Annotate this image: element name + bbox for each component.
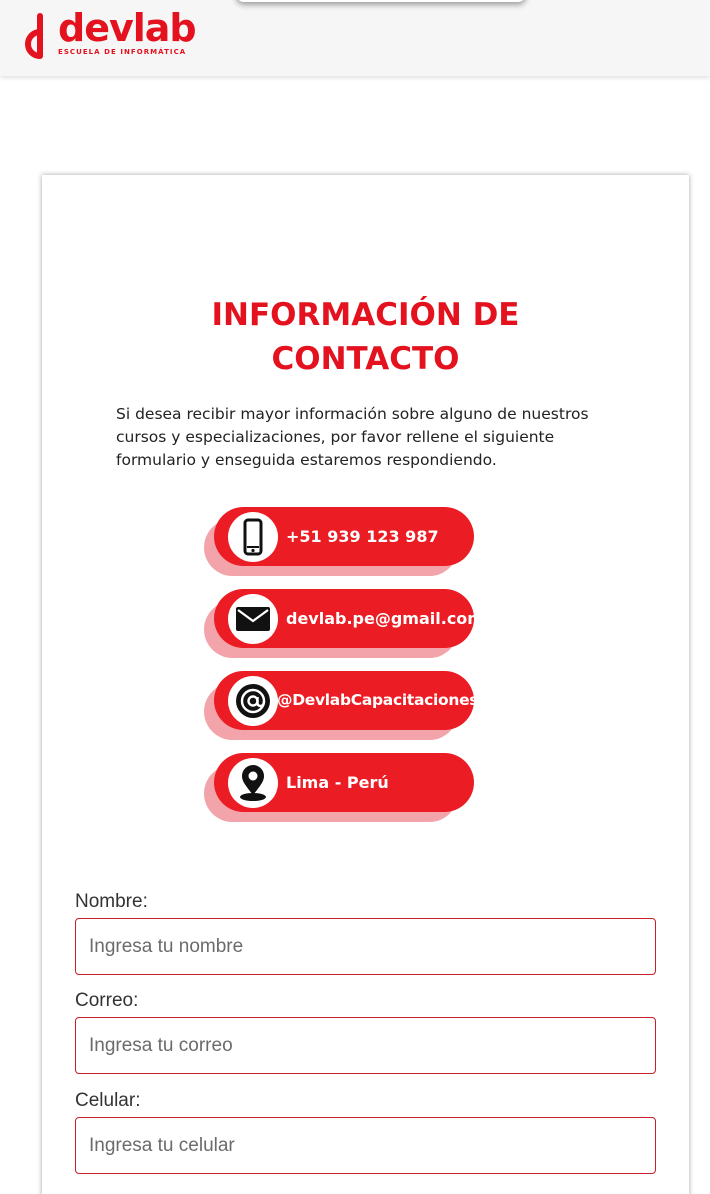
brand-logo[interactable]: devlab ESCUELA DE INFORMÁTICA (12, 6, 197, 60)
contact-description: Si desea recibir mayor información sobre… (116, 405, 589, 469)
contact-social-text: @DevlabCapacitaciones (277, 691, 479, 709)
contact-title: INFORMACIÓN DE CONTACTO (42, 293, 689, 381)
contact-pill-email[interactable]: devlab.pe@gmail.com (204, 589, 484, 659)
contact-title-line1: INFORMACIÓN DE (211, 297, 520, 333)
brand-subtitle: ESCUELA DE INFORMÁTICA (58, 48, 187, 56)
site-header: devlab ESCUELA DE INFORMÁTICA (0, 0, 710, 76)
phone-input[interactable] (75, 1117, 656, 1174)
phone-icon (228, 512, 278, 562)
contact-title-line2: CONTACTO (271, 341, 460, 377)
at-sign-icon (228, 676, 278, 726)
contact-card: INFORMACIÓN DE CONTACTO Si desea recibir… (42, 175, 689, 1194)
name-input[interactable] (75, 918, 656, 975)
location-pin-icon (228, 758, 278, 808)
envelope-icon (228, 594, 278, 644)
contact-phone-text: +51 939 123 987 (286, 527, 439, 546)
contact-pill-location[interactable]: Lima - Perú (204, 753, 474, 823)
email-input[interactable] (75, 1017, 656, 1074)
email-label: Correo: (75, 990, 139, 1011)
brand-name: devlab (58, 6, 197, 50)
name-label: Nombre: (75, 891, 148, 912)
top-overlay-tab (236, 0, 526, 2)
contact-location-text: Lima - Perú (286, 773, 389, 792)
contact-email-text: devlab.pe@gmail.com (286, 609, 484, 628)
contact-pill-social[interactable]: @DevlabCapacitaciones (204, 671, 479, 741)
devlab-logo-icon (25, 13, 43, 59)
contact-pill-phone[interactable]: +51 939 123 987 (204, 507, 474, 577)
phone-label: Celular: (75, 1090, 141, 1111)
